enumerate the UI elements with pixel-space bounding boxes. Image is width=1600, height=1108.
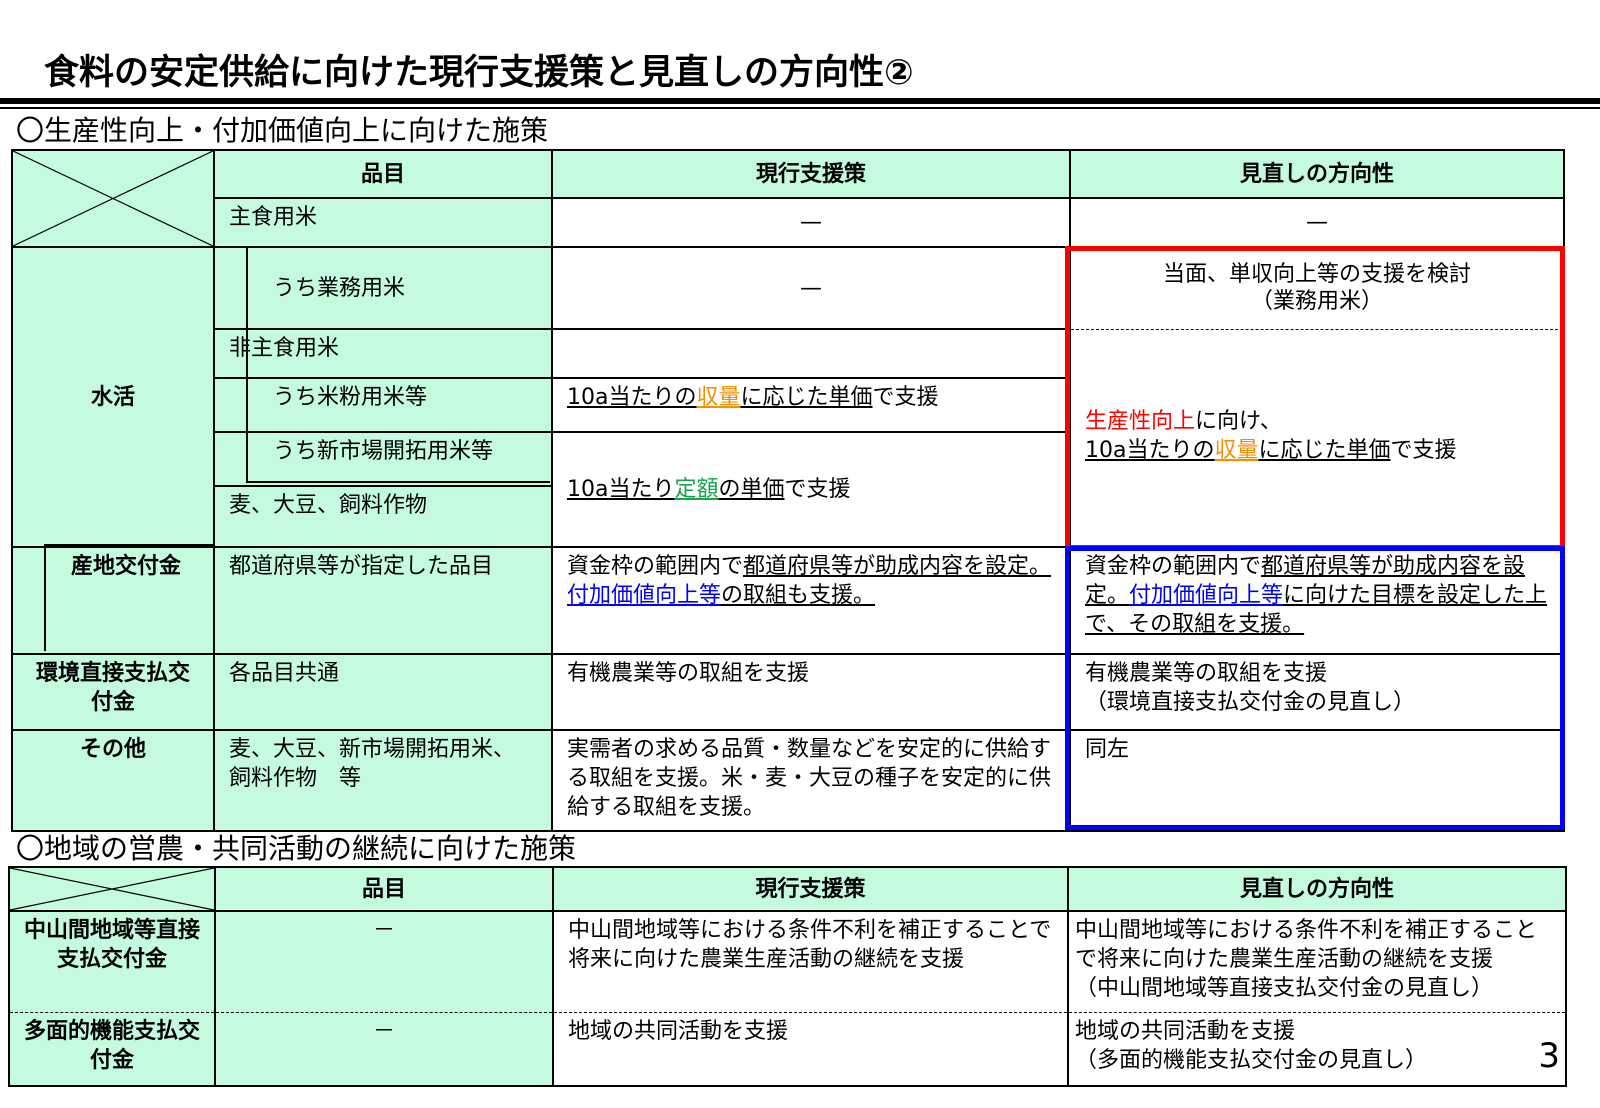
current-sanchi: 資金枠の範囲内で都道府県等が助成内容を設定。付加価値向上等の取組も支援。: [551, 546, 1071, 655]
table-productivity: 品目 現行支援策 見直しの方向性 主食用米 — — 水活 うち業務用米 — 当面…: [11, 149, 1565, 832]
current-sanchi-b: 都道府県等が助成内容を設定。: [743, 554, 1052, 579]
page-title: 食料の安定供給に向けた現行支援策と見直しの方向性②: [44, 53, 914, 93]
item-tamenteki: －: [214, 1011, 554, 1087]
current-teigaku-c: の単価: [718, 477, 785, 502]
current-chusankan: 中山間地域等における条件不利を補正することで将来に向けた農業生産活動の継続を支援: [552, 910, 1069, 1013]
current-komeko-d: で支援: [872, 385, 939, 410]
review-tamenteki-line2: （多面的機能支払交付金の見直し）: [1075, 1047, 1428, 1073]
review-productivity-d: 収量: [1214, 437, 1259, 463]
item-kankyo: 各品目共通: [213, 653, 553, 731]
review-chusankan: 中山間地域等における条件不利を補正することで将来に向けた農業生産活動の継続を支援…: [1067, 910, 1567, 1013]
header-current: 現行支援策: [551, 149, 1071, 199]
review-productivity-a: 生産性向上: [1085, 408, 1196, 434]
current-hishushoku-empty: [551, 328, 1071, 379]
item-mugi: 麦、大豆、飼料作物: [213, 485, 553, 548]
review-kankyo: 有機農業等の取組を支援 （環境直接支払交付金の見直し）: [1069, 653, 1565, 731]
current-teigaku-b: 定額: [674, 477, 719, 502]
item-sonota-line2: 飼料作物 等: [229, 766, 362, 791]
category-suikatsu: 水活: [11, 246, 215, 548]
item-sonota-line1: 麦、大豆、新市場開拓用米、: [229, 737, 516, 762]
review-tamenteki-line1: 地域の共同活動を支援: [1075, 1018, 1296, 1044]
title-rule-thin: [0, 107, 1600, 109]
current-tamenteki: 地域の共同活動を支援: [552, 1011, 1069, 1087]
subitem-bracket-bottom: [246, 481, 550, 483]
review-sonota: 同左: [1069, 729, 1565, 832]
subitem-bracket-line: [246, 246, 248, 482]
category-sanchi: 産地交付金: [11, 546, 215, 655]
current-sanchi-a: 資金枠の範囲内で: [567, 554, 744, 579]
review-gyomu-line2: （業務用米）: [1250, 289, 1383, 315]
current-komeko: 10a当たりの収量に応じた単価で支援: [551, 377, 1071, 433]
item-hishushoku: 非主食用米: [213, 328, 553, 379]
review-gyomu: 当面、単収向上等の支援を検討 （業務用米）: [1069, 246, 1565, 330]
current-gyomu: —: [551, 246, 1071, 330]
item-sanchi: 都道府県等が指定した品目: [213, 546, 553, 655]
header2-review: 見直しの方向性: [1067, 866, 1567, 912]
item-gyomu: うち業務用米: [213, 246, 553, 330]
current-kankyo: 有機農業等の取組を支援: [551, 653, 1071, 731]
current-shushoku: —: [551, 197, 1071, 248]
header2-current: 現行支援策: [552, 866, 1069, 912]
current-teigaku-d: で支援: [784, 477, 851, 502]
review-chusankan-line2: （中山間地域等直接支払交付金の見直し）: [1075, 976, 1494, 1001]
current-teigaku-a: 10a当たり: [567, 477, 675, 502]
header2-item: 品目: [214, 866, 554, 912]
current-sonota: 実需者の求める品質・数量などを安定的に供給する取組を支援。米・麦・大豆の種子を安…: [551, 729, 1071, 832]
review-sanchi: 資金枠の範囲内で都道府県等が助成内容を設定。付加価値向上等に向けた目標を設定した…: [1069, 546, 1565, 655]
item-shushoku: 主食用米: [213, 197, 553, 248]
review-sanchi-c: 付加価値向上等: [1129, 583, 1284, 608]
item-sonota: 麦、大豆、新市場開拓用米、 飼料作物 等: [213, 729, 553, 832]
page-number: 3: [1538, 1036, 1560, 1076]
current-komeko-a: 10a当たりの: [567, 385, 697, 410]
review-productivity-b: に向け、: [1195, 408, 1282, 434]
table-community: 品目 現行支援策 見直しの方向性 中山間地域等直接支払交付金 － 中山間地域等に…: [8, 866, 1567, 1087]
review-shushoku: —: [1069, 197, 1565, 248]
category-sonota: その他: [11, 729, 215, 832]
category-kankyo: 環境直接支払交付金: [11, 653, 215, 731]
review-productivity: 生産性向上に向け、 10a当たりの収量に応じた単価で支援: [1069, 328, 1565, 548]
review-productivity-f: で支援: [1390, 437, 1457, 463]
current-sanchi-c: 付加価値向上等: [567, 583, 722, 608]
current-sanchi-d: の取組も支援。: [721, 583, 876, 608]
label-tamenteki: 多面的機能支払交付金: [8, 1011, 216, 1087]
review-kankyo-line1: 有機農業等の取組を支援: [1085, 661, 1328, 686]
review-gyomu-line1: 当面、単収向上等の支援を検討: [1162, 262, 1471, 288]
current-komeko-b: 収量: [696, 385, 741, 410]
diagonal-corner-cell-2: [8, 866, 216, 912]
sanchi-bracket-top: [44, 544, 213, 546]
review-chusankan-line1: 中山間地域等における条件不利を補正することで将来に向けた農業生産活動の継続を支援: [1075, 918, 1538, 972]
header-review: 見直しの方向性: [1069, 149, 1565, 199]
review-tamenteki: 地域の共同活動を支援 （多面的機能支払交付金の見直し）: [1067, 1011, 1567, 1087]
item-komeko: うち米粉用米等: [213, 377, 553, 433]
header-item: 品目: [213, 149, 553, 199]
item-shinshijo: うち新市場開拓用米等: [213, 431, 553, 487]
item-chusankan: －: [214, 910, 554, 1013]
label-chusankan: 中山間地域等直接支払交付金: [8, 910, 216, 1013]
title-rule: [0, 98, 1600, 104]
current-teigaku: 10a当たり定額の単価で支援: [551, 431, 1071, 548]
review-kankyo-line2: （環境直接支払交付金の見直し）: [1085, 690, 1416, 715]
current-komeko-c: に応じた単価: [740, 385, 873, 410]
sanchi-bracket-line: [44, 544, 46, 651]
section1-heading: 〇生産性向上・付加価値向上に向けた施策: [16, 114, 549, 147]
section2-heading: 〇地域の営農・共同活動の継続に向けた施策: [16, 832, 577, 865]
review-productivity-c: 10a当たりの: [1085, 437, 1215, 463]
review-productivity-e: に応じた単価: [1258, 437, 1391, 463]
review-sanchi-a: 資金枠の範囲内で: [1085, 554, 1262, 579]
diagonal-corner-cell: [11, 149, 215, 248]
